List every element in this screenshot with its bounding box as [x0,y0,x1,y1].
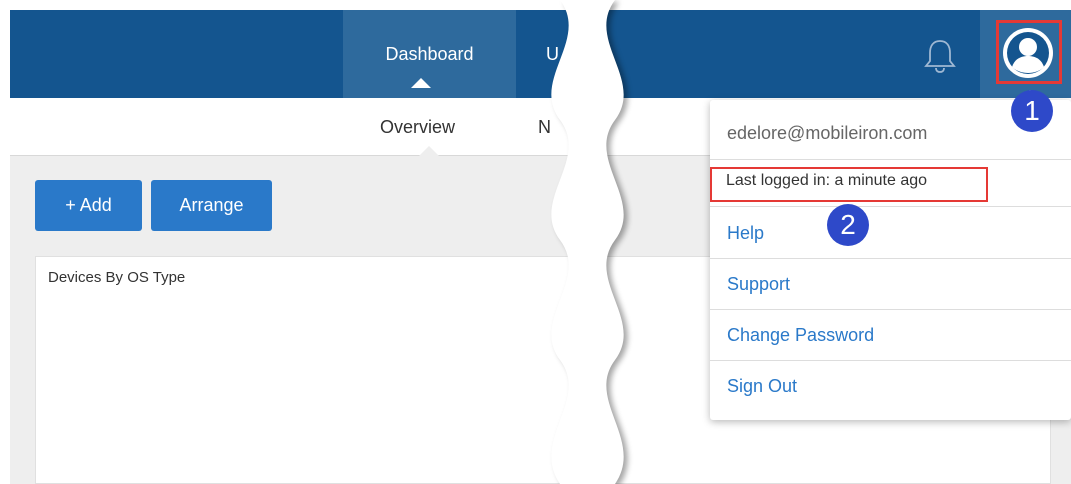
menu-item-support-label: Support [727,273,791,294]
callout-number: 2 [840,209,856,240]
menu-item-sign-out[interactable]: Sign Out [710,361,1071,412]
menu-item-sign-out-label: Sign Out [727,376,798,396]
menu-item-change-password[interactable]: Change Password [710,310,1071,361]
callout-badge-2: 2 [827,204,869,246]
last-logged-in-highlight-box [710,167,988,202]
menu-item-change-password-label: Change Password [727,324,875,345]
menu-item-help-label: Help [727,222,765,243]
callout-badge-1: 1 [1011,90,1053,132]
user-email-text: edelore@mobileiron.com [727,123,928,143]
menu-item-support[interactable]: Support [710,259,1071,310]
menu-item-help[interactable]: Help [710,208,1071,259]
screenshot-stage: Dashboard U Overview N + Add Arrange Dev… [0,0,1071,484]
callout-number: 1 [1024,95,1040,126]
